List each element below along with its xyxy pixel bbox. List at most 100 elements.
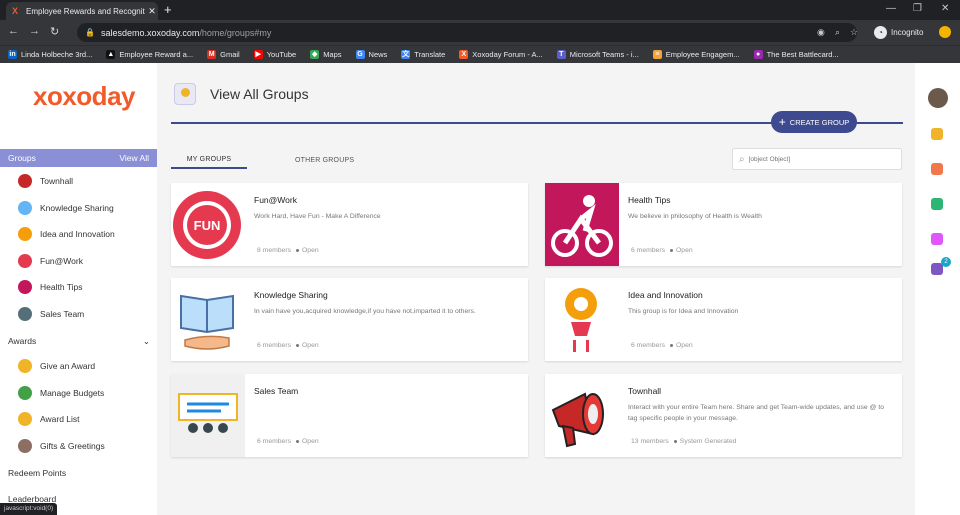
group-status: Open bbox=[302, 247, 319, 254]
zoom-icon[interactable]: ⌕ bbox=[835, 27, 840, 38]
card-meta: 6 members Open bbox=[631, 247, 693, 254]
new-tab-icon[interactable]: + bbox=[164, 2, 172, 17]
group-status: Open bbox=[302, 438, 319, 445]
bookmark-label: YouTube bbox=[266, 50, 297, 59]
bookmark-item[interactable]: ▲ Employee Reward a... bbox=[106, 50, 193, 59]
awards-section-header[interactable]: Awards ⌄ bbox=[8, 336, 150, 347]
sidebar-item[interactable]: Idea and Innovation bbox=[18, 226, 115, 242]
search-input[interactable] bbox=[748, 155, 889, 163]
book-icon bbox=[18, 200, 32, 215]
sidebar-item[interactable]: Sales Team bbox=[18, 306, 84, 322]
sidebar-item[interactable]: Health Tips bbox=[18, 279, 83, 295]
sidebar-item[interactable]: Gifts & Greetings bbox=[18, 438, 105, 454]
card-description: Work Hard, Have Fun - Make A Difference bbox=[254, 213, 381, 220]
groups-label: Groups bbox=[8, 153, 36, 163]
group-card[interactable]: Health Tips We believe in philosophy of H… bbox=[545, 183, 902, 266]
card-meta: 6 members Open bbox=[257, 342, 319, 349]
close-tab-icon[interactable]: ✕ bbox=[146, 6, 158, 17]
group-card[interactable]: Knowledge Sharing In vain have you,acquir… bbox=[171, 278, 528, 361]
bookmark-item[interactable]: ◆ Maps bbox=[310, 50, 342, 59]
avatar[interactable] bbox=[928, 88, 948, 108]
card-title[interactable]: Idea and Innovation bbox=[628, 290, 703, 300]
browser-tab[interactable]: X Employee Rewards and Recognit ✕ bbox=[6, 2, 158, 20]
profile-extension-icon[interactable] bbox=[939, 26, 951, 38]
url-bar[interactable]: 🔒 salesdemo.xoxoday.com /home/groups#my … bbox=[77, 23, 858, 42]
incognito-indicator[interactable]: ◔ Incognito bbox=[874, 23, 923, 42]
bookmark-item[interactable]: M Gmail bbox=[207, 50, 240, 59]
group-card[interactable]: Sales Team 6 members Open bbox=[171, 374, 528, 457]
member-count: 6 members bbox=[257, 342, 291, 349]
sidebar-item-label: Gifts & Greetings bbox=[40, 440, 105, 451]
teams-icon: T bbox=[556, 50, 566, 59]
card-title[interactable]: Fun@Work bbox=[254, 195, 297, 205]
sidebar-item-label: Health Tips bbox=[40, 282, 83, 292]
bell-icon[interactable] bbox=[931, 198, 943, 210]
bookmark-label: Microsoft Teams - i... bbox=[569, 50, 639, 59]
bookmark-item[interactable]: X Xoxoday Forum - A... bbox=[459, 50, 543, 59]
card-description: Interact with your entire Team here. Sha… bbox=[628, 404, 885, 422]
minimize-icon[interactable]: — bbox=[886, 3, 896, 14]
bookmark-item[interactable]: ● The Best Battlecard... bbox=[753, 50, 839, 59]
redeem-points-link[interactable]: Redeem Points bbox=[8, 468, 150, 478]
tab-other-groups[interactable]: OTHER GROUPS bbox=[285, 151, 364, 169]
sidebar-item[interactable]: Award List bbox=[18, 411, 80, 427]
page-title: View All Groups bbox=[210, 86, 309, 102]
bookmark-label: Linda Holbeche 3rd... bbox=[21, 50, 93, 59]
star-icon[interactable]: ☆ bbox=[850, 27, 858, 38]
card-title[interactable]: Knowledge Sharing bbox=[254, 290, 328, 300]
redeem-points-label: Redeem Points bbox=[8, 468, 67, 478]
member-count: 13 members bbox=[631, 438, 669, 445]
bookmark-label: Maps bbox=[323, 50, 342, 59]
card-title[interactable]: Townhall bbox=[628, 386, 661, 396]
sidebar-item[interactable]: Knowledge Sharing bbox=[18, 200, 114, 216]
extension-icon[interactable]: ◉ bbox=[817, 27, 825, 38]
separator-dot bbox=[296, 440, 299, 443]
forward-icon[interactable]: → bbox=[29, 25, 40, 37]
bookmark-item[interactable]: T Microsoft Teams - i... bbox=[556, 50, 639, 59]
card-title[interactable]: Sales Team bbox=[254, 386, 298, 396]
battlecard-icon: ● bbox=[753, 50, 763, 59]
bookmark-item[interactable]: 文 Translate bbox=[401, 50, 445, 59]
sidebar-item-label: Townhall bbox=[40, 176, 74, 186]
group-card[interactable]: Idea and Innovation This group is for Ide… bbox=[545, 278, 902, 361]
close-window-icon[interactable]: ✕ bbox=[941, 3, 949, 14]
create-group-button[interactable]: + CREATE GROUP bbox=[771, 111, 857, 133]
page-header: View All Groups bbox=[174, 83, 309, 105]
card-description: We believe in philosophy of Health is We… bbox=[628, 213, 762, 220]
groups-icon bbox=[174, 83, 196, 105]
sidebar-item-label: Fun@Work bbox=[40, 255, 83, 266]
svg-text:FUN: FUN bbox=[194, 218, 221, 233]
bookmark-item[interactable]: ▶ YouTube bbox=[253, 50, 297, 59]
reload-icon[interactable]: ↻ bbox=[50, 25, 59, 38]
search-icon[interactable] bbox=[931, 128, 943, 140]
group-card[interactable]: FUN Fun@Work Work Hard, Have Fun - Make A … bbox=[171, 183, 528, 266]
address-toolbar: ← → ↻ 🔒 salesdemo.xoxoday.com /home/grou… bbox=[0, 20, 960, 45]
view-all-link[interactable]: View All bbox=[119, 153, 149, 163]
back-icon[interactable]: ← bbox=[8, 25, 19, 37]
group-status: Open bbox=[676, 247, 693, 254]
bookmark-item[interactable]: in Linda Holbeche 3rd... bbox=[8, 50, 92, 59]
search-box[interactable]: ⌕ bbox=[732, 148, 902, 170]
group-status: Open bbox=[302, 342, 319, 349]
bookmark-item[interactable]: G News bbox=[355, 50, 387, 59]
xoxoday-logo[interactable]: xoxoday bbox=[33, 81, 136, 112]
translate-icon: 文 bbox=[401, 50, 411, 59]
card-title[interactable]: Health Tips bbox=[628, 195, 671, 205]
sidebar-item-label: Manage Budgets bbox=[40, 387, 105, 398]
tab-title: Employee Rewards and Recognit bbox=[26, 6, 145, 16]
card-meta: 8 members Open bbox=[257, 247, 319, 254]
notification-badge: 2 bbox=[941, 257, 951, 267]
cupcake-icon[interactable] bbox=[931, 233, 943, 245]
bookmark-label: Employee Reward a... bbox=[119, 50, 194, 59]
contacts-icon[interactable] bbox=[931, 163, 943, 175]
sidebar-item[interactable]: Give an Award bbox=[18, 358, 95, 374]
bookmark-item[interactable]: ≡ Employee Engagem... bbox=[652, 50, 740, 59]
sidebar-item[interactable]: Manage Budgets bbox=[18, 385, 104, 401]
restore-icon[interactable]: ❐ bbox=[913, 3, 922, 14]
engagement-icon: ≡ bbox=[652, 50, 662, 59]
tab-my-groups[interactable]: MY GROUPS bbox=[171, 151, 247, 169]
sidebar-item[interactable]: Townhall bbox=[18, 173, 73, 189]
group-card[interactable]: Townhall Interact with your entire Team h… bbox=[545, 374, 902, 457]
sidebar-item[interactable]: Fun@Work bbox=[18, 253, 83, 269]
separator-dot bbox=[673, 440, 677, 443]
